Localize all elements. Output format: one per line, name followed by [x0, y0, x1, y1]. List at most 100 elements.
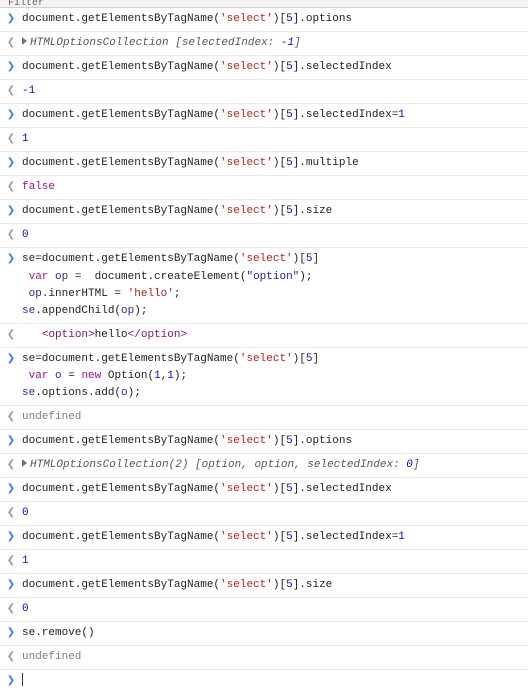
console-line-content: document.getElementsByTagName('select')[… — [22, 577, 524, 594]
console-line-content: 1 — [22, 131, 524, 148]
code-token: HTMLOptionsCollection(2) [ — [30, 459, 202, 471]
console-line-content: <option>hello</option> — [22, 327, 524, 344]
code-token: 5 — [286, 531, 293, 543]
console-line-content: se=document.getElementsByTagName('select… — [22, 351, 524, 402]
console-output-row: ❮undefined — [0, 405, 528, 429]
code-token: op — [121, 305, 134, 317]
console-input-row: ❯se.remove() — [0, 621, 528, 645]
code-token: ] — [294, 37, 301, 49]
console-line-content: document.getElementsByTagName('select')[… — [22, 59, 524, 76]
code-token: document.getElementsByTagName( — [22, 13, 220, 25]
console-line-content: 0 — [22, 227, 524, 244]
code-token: ].selectedIndex= — [293, 531, 399, 543]
code-token: = document.createElement( — [68, 271, 246, 283]
code-token: )[ — [273, 579, 286, 591]
console-line-content: HTMLOptionsCollection [selectedIndex: -1… — [22, 35, 524, 52]
console-line-content: document.getElementsByTagName('select')[… — [22, 529, 524, 546]
code-token: "option" — [246, 271, 299, 283]
code-token: document.getElementsByTagName( — [22, 483, 220, 495]
code-token: )[ — [273, 531, 286, 543]
code-token: undefined — [22, 411, 81, 423]
chevron-right-icon: ❯ — [6, 577, 16, 594]
console-output-row: ❮-1 — [0, 79, 528, 103]
code-token: document.getElementsByTagName( — [22, 157, 220, 169]
code-token: 'select' — [220, 483, 273, 495]
code-token: var — [29, 271, 49, 283]
code-token: ].selectedIndex — [293, 483, 392, 495]
code-token: )[ — [293, 353, 306, 365]
code-token: se — [22, 305, 35, 317]
code-token: HTMLOptionsCollection [ — [30, 37, 182, 49]
code-token: document.getElementsByTagName( — [22, 205, 220, 217]
code-token — [22, 329, 42, 341]
code-token: </option> — [128, 329, 187, 341]
code-token: false — [22, 181, 55, 193]
chevron-left-icon: ❮ — [6, 601, 16, 618]
console-prompt-row[interactable]: ❯ — [0, 669, 528, 689]
code-token: 'select' — [220, 435, 273, 447]
console-output-row: ❮HTMLOptionsCollection(2) [option, optio… — [0, 453, 528, 477]
code-token: document.getElementsByTagName( — [22, 579, 220, 591]
code-token: selectedIndex: — [182, 37, 281, 49]
code-token: 'select' — [220, 13, 273, 25]
code-token: ); — [128, 387, 141, 399]
code-token: option — [254, 459, 294, 471]
code-token: o — [55, 370, 62, 382]
code-token: 5 — [286, 205, 293, 217]
console-output-row: ❮0 — [0, 223, 528, 247]
code-token: )[ — [293, 253, 306, 265]
chevron-left-icon: ❮ — [6, 227, 16, 244]
code-token: ); — [134, 305, 147, 317]
code-token: new — [81, 370, 101, 382]
console-input-row: ❯document.getElementsByTagName('select')… — [0, 477, 528, 501]
code-token: )[ — [273, 157, 286, 169]
code-token: )[ — [273, 205, 286, 217]
code-token: -1 — [281, 37, 294, 49]
console-input-row: ❯ document.getElementsByTagName('select')… — [0, 573, 528, 597]
code-token: 1 — [398, 531, 405, 543]
code-token: 0 — [22, 229, 29, 241]
chevron-right-icon: ❯ — [6, 674, 16, 687]
console-input-row: ❯ document.getElementsByTagName('select')… — [0, 8, 528, 31]
code-token: .appendChild( — [35, 305, 121, 317]
filter-label: Filter — [8, 0, 44, 8]
console-log: ❯document.getElementsByTagName('select')… — [0, 8, 528, 669]
chevron-left-icon: ❮ — [6, 505, 16, 522]
console-line-content: undefined — [22, 409, 524, 426]
chevron-right-icon: ❯ — [6, 625, 16, 642]
chevron-right-icon: ❯ — [6, 529, 16, 546]
code-token: ].selectedIndex — [293, 61, 392, 73]
console-line-content: document.getElementsByTagName('select')[… — [22, 203, 524, 220]
code-token: ].multiple — [293, 157, 359, 169]
console-line-content: 1 — [22, 553, 524, 570]
console-line-content: document.getElementsByTagName('select')[… — [22, 107, 524, 124]
code-token: )[ — [273, 13, 286, 25]
code-token: 1 — [167, 370, 174, 382]
console-line-content: se=document.getElementsByTagName('select… — [22, 251, 524, 319]
code-token: op — [29, 288, 42, 300]
code-token: 5 — [286, 109, 293, 121]
console-line-content: document.getElementsByTagName('select')[… — [22, 433, 524, 450]
chevron-left-icon: ❮ — [6, 83, 16, 100]
code-token: 0 — [406, 459, 413, 471]
console-input-row: ❯se=document.getElementsByTagName('selec… — [0, 347, 528, 405]
console-input[interactable] — [22, 673, 524, 686]
console-line-content: 0 — [22, 505, 524, 522]
code-token: document.getElementsByTagName( — [22, 531, 220, 543]
disclosure-triangle-icon[interactable] — [22, 37, 27, 45]
chevron-right-icon: ❯ — [6, 11, 16, 28]
code-token: ].size — [293, 205, 333, 217]
console-input-row: ❯se=document.getElementsByTagName('selec… — [0, 247, 528, 322]
chevron-right-icon: ❯ — [6, 155, 16, 172]
code-token: )[ — [273, 109, 286, 121]
code-token: var — [29, 370, 49, 382]
console-input-row: ❯document.getElementsByTagName('select')… — [0, 103, 528, 127]
chevron-left-icon: ❮ — [6, 327, 16, 344]
console-input-row: ❯ document.getElementsByTagName('select')… — [0, 525, 528, 549]
code-token: undefined — [22, 651, 81, 663]
code-token: 1 — [154, 370, 161, 382]
chevron-left-icon: ❮ — [6, 553, 16, 570]
code-token: 5 — [286, 579, 293, 591]
disclosure-triangle-icon[interactable] — [22, 459, 27, 467]
code-token: ].size — [293, 579, 333, 591]
